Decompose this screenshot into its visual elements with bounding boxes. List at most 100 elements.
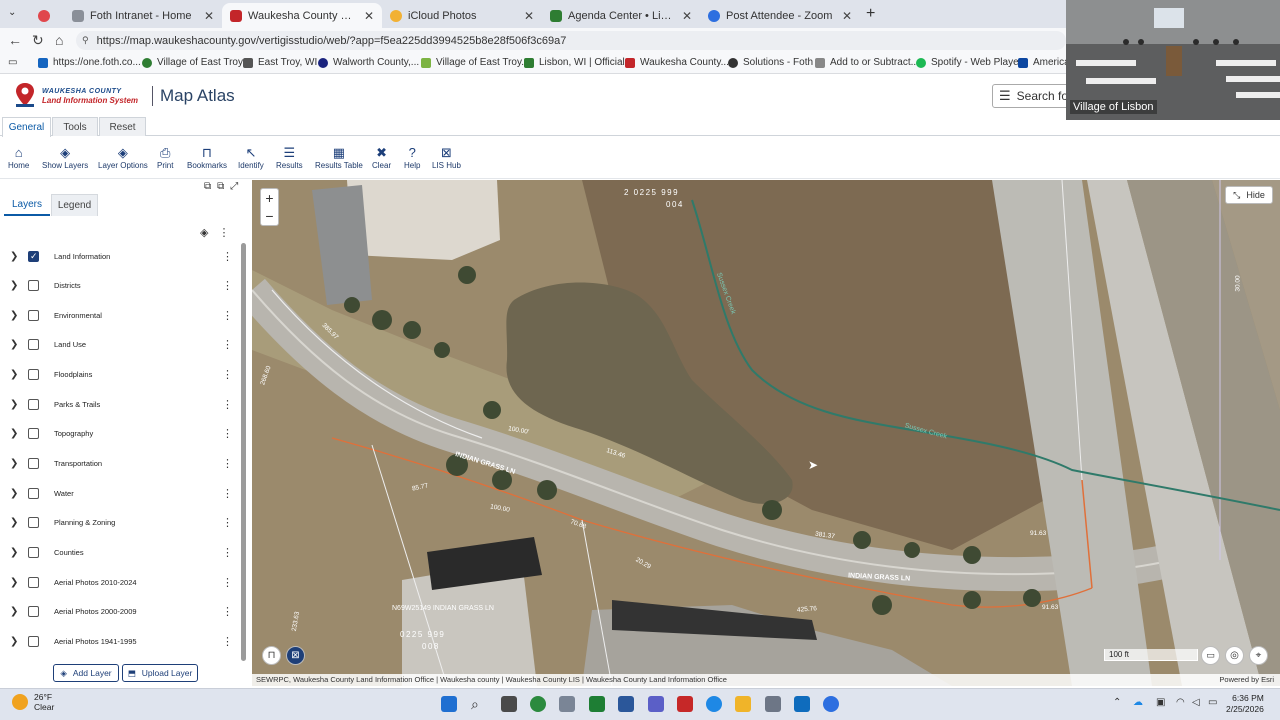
results-table-button[interactable]: ▦ Results Table xyxy=(315,146,363,171)
close-tab-icon[interactable]: ✕ xyxy=(682,9,692,23)
tab-layers[interactable]: Layers xyxy=(4,194,50,216)
tab-foth-intranet[interactable]: Foth Intranet - Home ✕ xyxy=(64,3,222,28)
tray-app-icon[interactable]: ▣ xyxy=(1156,697,1165,708)
url-field[interactable]: ⚲ https://map.waukeshacounty.gov/vertigi… xyxy=(76,31,1066,50)
home-icon[interactable]: ⌂ xyxy=(55,32,63,48)
onedrive-icon[interactable]: ☁ xyxy=(1133,697,1143,708)
wifi-icon[interactable]: ◠ xyxy=(1176,697,1185,708)
calculator-icon[interactable] xyxy=(559,696,575,712)
expand-chevron-icon[interactable]: ❯ xyxy=(10,488,18,499)
locate-button[interactable]: ⌖ xyxy=(1249,646,1268,665)
search-icon[interactable]: ⌕ xyxy=(471,696,487,712)
layer-more-icon[interactable]: ⋮ xyxy=(222,427,233,440)
layer-more-icon[interactable]: ⋮ xyxy=(222,338,233,351)
expand-chevron-icon[interactable]: ❯ xyxy=(10,606,18,617)
close-tab-icon[interactable]: ✕ xyxy=(204,9,214,23)
close-tab-icon[interactable]: ✕ xyxy=(524,9,534,23)
expand-panel-icon[interactable]: ⤢ xyxy=(230,181,244,192)
battery-icon[interactable]: ▭ xyxy=(1208,697,1217,708)
layer-checkbox[interactable] xyxy=(28,487,39,499)
zoom-in-button[interactable]: + xyxy=(265,189,273,207)
start-icon[interactable] xyxy=(441,696,457,712)
layer-stack-icon[interactable]: ◈ xyxy=(200,227,208,239)
tab-icloud-photos[interactable]: iCloud Photos ✕ xyxy=(382,3,542,28)
expand-chevron-icon[interactable]: ❯ xyxy=(10,428,18,439)
layer-row[interactable]: ❯ Land Use ⋮ xyxy=(0,332,240,356)
layer-more-icon[interactable]: ⋮ xyxy=(222,250,233,263)
layer-row[interactable]: ❯ Water ⋮ xyxy=(0,481,240,505)
layer-checkbox[interactable] xyxy=(28,279,39,291)
map-bookmark-button[interactable]: ⊓ xyxy=(262,646,281,665)
tab-general[interactable]: General xyxy=(2,117,51,137)
bookmarks-button[interactable]: ⊓ Bookmarks xyxy=(187,146,227,171)
expand-chevron-icon[interactable]: ❯ xyxy=(10,310,18,321)
help-button[interactable]: ? Help xyxy=(404,146,420,171)
layer-row[interactable]: ❯ Counties ⋮ xyxy=(0,540,240,564)
dock-left-icon[interactable]: ⧉ xyxy=(204,181,217,192)
tray-overflow-icon[interactable]: ⌃ xyxy=(1113,697,1121,708)
file-explorer-icon[interactable] xyxy=(735,696,751,712)
layer-more-icon[interactable]: ⋮ xyxy=(222,279,233,292)
expand-chevron-icon[interactable]: ❯ xyxy=(10,399,18,410)
bookmark-item[interactable]: Waukesha County... xyxy=(625,57,729,68)
layer-row[interactable]: ❯ Aerial Photos 2000-2009 ⋮ xyxy=(0,599,240,623)
expand-chevron-icon[interactable]: ❯ xyxy=(10,547,18,558)
bookmark-item[interactable]: https://one.foth.co... xyxy=(38,57,141,68)
upload-layer-button[interactable]: ⬒ Upload Layer xyxy=(122,664,198,682)
layer-more-icon[interactable]: ⋮ xyxy=(222,635,233,648)
outlook-icon[interactable] xyxy=(794,696,810,712)
identify-button[interactable]: ↖ Identify xyxy=(238,146,264,171)
tab-tools[interactable]: Tools xyxy=(52,117,98,136)
bookmark-sidebar-icon[interactable]: ▭ xyxy=(8,57,17,68)
layer-checkbox[interactable] xyxy=(28,635,39,647)
new-tab-button[interactable]: + xyxy=(866,5,875,23)
hide-panel-button[interactable]: ⤡ Hide xyxy=(1225,186,1273,204)
layer-row[interactable]: ❯ Transportation ⋮ xyxy=(0,451,240,475)
system-clock[interactable]: 6:36 PM 2/25/2026 xyxy=(1226,693,1264,715)
file-transfer-icon[interactable] xyxy=(765,696,781,712)
lis-hub-button[interactable]: ⊠ LIS Hub xyxy=(432,146,461,171)
site-info-icon[interactable]: ⚲ xyxy=(82,35,89,46)
expand-chevron-icon[interactable]: ❯ xyxy=(10,458,18,469)
layer-checkbox[interactable] xyxy=(28,398,39,410)
menu-icon[interactable]: ☰ xyxy=(999,88,1011,104)
tab-search-icon[interactable]: ⌄ xyxy=(8,7,16,18)
zoom-app-icon[interactable] xyxy=(823,696,839,712)
layer-more-icon[interactable]: ⋮ xyxy=(222,398,233,411)
close-tab-icon[interactable]: ✕ xyxy=(364,9,374,23)
dock-right-icon[interactable]: ⧉ xyxy=(217,181,230,192)
excel-icon[interactable] xyxy=(589,696,605,712)
expand-chevron-icon[interactable]: ❯ xyxy=(10,251,18,262)
clear-button[interactable]: ✖ Clear xyxy=(372,146,391,171)
back-icon[interactable]: ← xyxy=(8,32,22,48)
edge-browser-icon[interactable] xyxy=(530,696,546,712)
layer-more-icon[interactable]: ⋮ xyxy=(222,487,233,500)
layer-more-icon[interactable]: ⋮ xyxy=(222,516,233,529)
bookmark-item[interactable]: Lisbon, WI | Official... xyxy=(524,57,633,68)
bookmark-item[interactable]: Add to or Subtract... xyxy=(815,57,919,68)
weather-widget[interactable]: 26°F Clear xyxy=(12,692,54,712)
rotate-north-button[interactable]: ◎ xyxy=(1225,646,1244,665)
expand-chevron-icon[interactable]: ❯ xyxy=(10,577,18,588)
bookmark-item[interactable]: Walworth County,... xyxy=(318,57,419,68)
powered-by-esri-link[interactable]: Powered by Esri xyxy=(1219,674,1274,686)
bookmark-item[interactable]: Village of East Troy... xyxy=(142,57,251,68)
layer-checkbox[interactable] xyxy=(28,309,39,321)
layer-row[interactable]: ❯ Planning & Zoning ⋮ xyxy=(0,510,240,534)
layer-more-icon[interactable]: ⋮ xyxy=(222,605,233,618)
layer-checkbox[interactable] xyxy=(28,605,39,617)
layer-row[interactable]: ❯ Environmental ⋮ xyxy=(0,303,240,327)
layer-checkbox[interactable] xyxy=(28,427,39,439)
layer-checkbox[interactable] xyxy=(28,338,39,350)
layer-options-button[interactable]: ◈ Layer Options xyxy=(98,146,148,171)
layer-checkbox[interactable] xyxy=(28,576,39,588)
results-button[interactable]: ☰ Results xyxy=(276,146,303,171)
layer-row[interactable]: ❯ Floodplains ⋮ xyxy=(0,362,240,386)
edge-icon[interactable] xyxy=(706,696,722,712)
layer-more-icon[interactable]: ⋮ xyxy=(222,309,233,322)
layer-row[interactable]: ❯ Topography ⋮ xyxy=(0,421,240,445)
tab-legend[interactable]: Legend xyxy=(51,194,98,216)
layer-more-icon[interactable]: ⋮ xyxy=(222,576,233,589)
close-tab-icon[interactable]: ✕ xyxy=(842,9,852,23)
expand-chevron-icon[interactable]: ❯ xyxy=(10,517,18,528)
